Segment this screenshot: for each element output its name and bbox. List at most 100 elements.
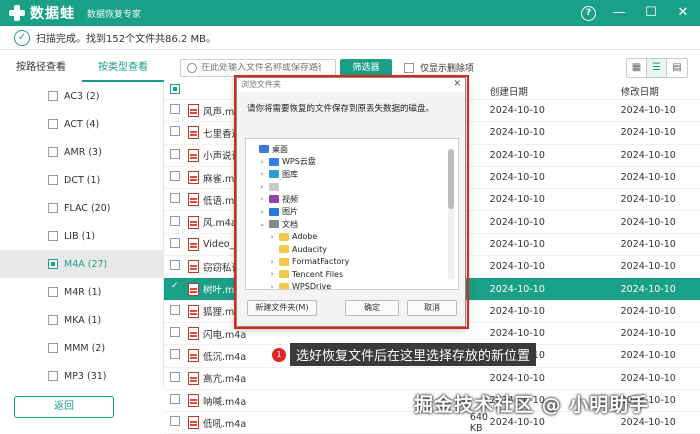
only-deleted-toggle[interactable]: 仅显示删除项: [404, 61, 474, 74]
sidebar-item[interactable]: M4R (1): [0, 278, 163, 306]
select-all-checkbox[interactable]: [170, 84, 182, 97]
file-created: 2024-10-10: [489, 172, 545, 184]
expand-chevron-icon[interactable]: ›: [268, 233, 276, 241]
browse-folder-dialog: 浏览文件夹 ✕ 请你将需要恢复的文件保存到原丢失数据的磁盘。 桌面 › WPS云盘 ›…: [236, 77, 466, 327]
sidebar-item-checkbox[interactable]: [48, 315, 58, 325]
sidebar-item-checkbox[interactable]: [48, 343, 58, 353]
sidebar-item-checkbox[interactable]: [48, 119, 58, 129]
row-checkbox[interactable]: [170, 327, 182, 340]
folder-icon: [259, 145, 269, 154]
help-icon[interactable]: ?: [581, 5, 596, 21]
sidebar-item[interactable]: MKA (1): [0, 306, 163, 334]
row-checkbox[interactable]: [170, 171, 182, 184]
search-input[interactable]: [201, 63, 321, 73]
scrollbar-thumb[interactable]: [448, 149, 454, 209]
row-checkbox[interactable]: [170, 260, 182, 273]
sidebar-item-checkbox[interactable]: [48, 287, 58, 297]
list-view-icon[interactable]: ☰: [647, 59, 667, 77]
row-checkbox[interactable]: [170, 371, 182, 385]
back-button[interactable]: 返回: [14, 396, 114, 418]
sidebar-item[interactable]: M4A (27): [0, 250, 163, 278]
file-modified: 2024-10-10: [620, 372, 676, 384]
watermark: 掘金技术社区 @ 小明助手: [414, 394, 650, 416]
folder-tree[interactable]: 桌面 › WPS云盘 › 图库 › › 视频 › 图片 ⌄ 文档 › Adobe Audacity › Form…: [245, 138, 459, 290]
tree-node[interactable]: 桌面: [246, 143, 458, 156]
file-created: 2024-10-10: [489, 149, 545, 161]
sidebar-item[interactable]: AC3 (2): [0, 82, 163, 110]
dialog-close-icon[interactable]: ✕: [453, 79, 461, 89]
sidebar-item[interactable]: LIB (1): [0, 222, 163, 250]
grid-view-icon[interactable]: ▦: [627, 59, 647, 77]
column-modified[interactable]: 修改日期: [621, 84, 700, 98]
tree-node[interactable]: ›: [246, 181, 458, 194]
maximize-button[interactable]: ☐: [642, 4, 660, 22]
row-checkbox[interactable]: [170, 349, 182, 362]
file-created: 2024-10-10: [489, 372, 545, 384]
tree-node[interactable]: › FormatFactory: [246, 256, 458, 269]
expand-chevron-icon[interactable]: ›: [268, 258, 276, 266]
tree-node[interactable]: › WPSDrive: [246, 281, 458, 289]
tab-by-path[interactable]: 按路径查看: [0, 54, 82, 82]
expand-chevron-icon[interactable]: ›: [258, 170, 266, 178]
sidebar-item-checkbox[interactable]: [48, 259, 58, 269]
row-checkbox[interactable]: [170, 237, 182, 251]
tree-node[interactable]: › 视频: [246, 193, 458, 206]
file-created: 2024-10-10: [489, 328, 545, 340]
row-checkbox[interactable]: [170, 104, 182, 117]
sidebar-item-label: M4R (1): [64, 286, 102, 298]
cancel-button[interactable]: 取消: [407, 300, 457, 316]
sidebar-item-checkbox[interactable]: [48, 91, 58, 101]
column-created[interactable]: 创建日期: [490, 84, 621, 98]
row-checkbox[interactable]: [170, 394, 182, 407]
tree-node[interactable]: › Adobe: [246, 231, 458, 244]
row-checkbox[interactable]: [170, 126, 182, 139]
new-folder-button[interactable]: 新建文件夹(M): [247, 300, 317, 316]
ok-button[interactable]: 确定: [345, 300, 399, 316]
sidebar-item[interactable]: MP3 (31): [0, 362, 163, 390]
row-checkbox[interactable]: [170, 215, 182, 229]
sidebar-item-checkbox[interactable]: [48, 175, 58, 185]
row-checkbox[interactable]: [170, 304, 182, 318]
row-checkbox[interactable]: [170, 193, 182, 206]
check-icon: ✓: [14, 29, 30, 46]
expand-chevron-icon[interactable]: ⌄: [258, 220, 266, 228]
sidebar-item[interactable]: AMR (3): [0, 138, 163, 166]
sidebar-item-label: MMM (2): [64, 342, 106, 354]
sidebar-item[interactable]: DCT (1): [0, 166, 163, 194]
expand-chevron-icon[interactable]: ›: [258, 195, 266, 203]
table-row[interactable]: 高亢.m4a 2024-10-10 2024-10-10: [164, 368, 700, 390]
audio-file-icon: [188, 237, 199, 251]
expand-chevron-icon[interactable]: ›: [258, 208, 266, 216]
search-box[interactable]: [180, 59, 336, 77]
row-checkbox[interactable]: [170, 416, 182, 429]
close-button[interactable]: ✕: [674, 4, 692, 22]
expand-chevron-icon[interactable]: ›: [268, 270, 276, 278]
sidebar-item[interactable]: FLAC (20): [0, 194, 163, 222]
sidebar-item[interactable]: ACT (4): [0, 110, 163, 138]
sidebar-item-checkbox[interactable]: [48, 203, 58, 213]
sidebar-item-checkbox[interactable]: [48, 147, 58, 157]
folder-icon: [269, 170, 279, 179]
tree-node[interactable]: ⌄ 文档: [246, 218, 458, 231]
filter-button[interactable]: 筛选器: [340, 59, 392, 77]
detail-view-icon[interactable]: ▤: [667, 59, 687, 77]
tab-by-type[interactable]: 按类型查看: [82, 54, 164, 82]
tree-node[interactable]: › 图片: [246, 206, 458, 219]
tree-node[interactable]: › Tencent Files: [246, 268, 458, 281]
expand-chevron-icon[interactable]: ›: [258, 183, 266, 191]
tree-node[interactable]: › WPS云盘: [246, 156, 458, 169]
row-checkbox[interactable]: [170, 148, 182, 162]
tree-node-label: WPS云盘: [282, 157, 316, 167]
tree-scrollbar[interactable]: [448, 149, 454, 279]
expand-chevron-icon[interactable]: ›: [258, 158, 266, 166]
tree-node[interactable]: › 图库: [246, 168, 458, 181]
sidebar-item-checkbox[interactable]: [48, 371, 58, 381]
minimize-button[interactable]: —: [610, 4, 628, 22]
sidebar-item-checkbox[interactable]: [48, 231, 58, 241]
row-checkbox[interactable]: [170, 281, 182, 296]
only-deleted-checkbox[interactable]: [404, 62, 414, 73]
expand-chevron-icon[interactable]: ›: [268, 283, 276, 289]
tree-node[interactable]: Audacity: [246, 243, 458, 256]
annotation: 1 选好恢复文件后在这里选择存放的新位置: [272, 343, 537, 366]
sidebar-item[interactable]: MMM (2): [0, 334, 163, 362]
